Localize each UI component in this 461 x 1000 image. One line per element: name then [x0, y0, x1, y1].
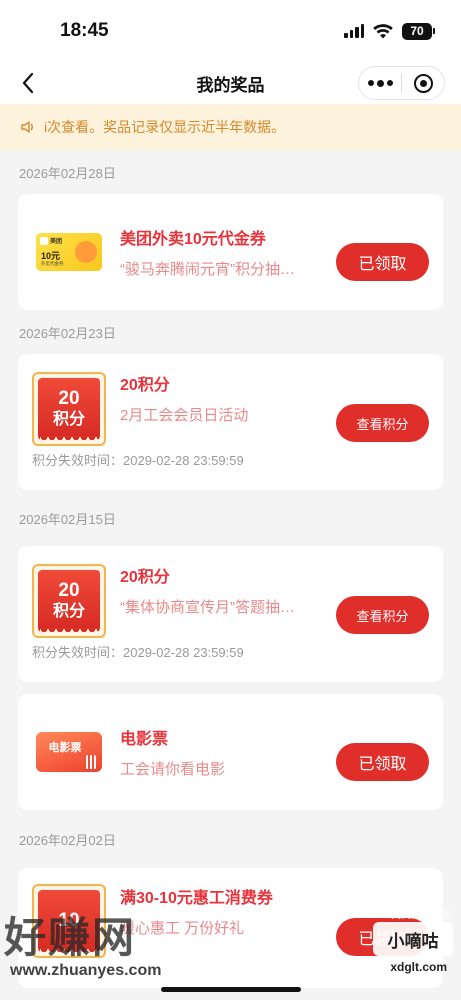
wifi-icon [373, 24, 393, 39]
notice-text: i次查看。奖品记录仅显示近半年数据。 [44, 119, 286, 135]
prize-card: 电影票 电影票 工会请你看电影 已领取 [18, 694, 443, 810]
prize-title: 20积分 [120, 377, 170, 394]
movie-ticket-thumbnail: 电影票 [32, 715, 106, 789]
points-expiry: 积分失效时间：2029-02-28 23:59:59 [32, 645, 244, 660]
voucher-number: 10 [58, 909, 80, 931]
points-label: 积分 [52, 410, 85, 428]
date-header: 2026年02月02日 [19, 832, 116, 848]
prize-source: 暖心惠工 万份好礼 [120, 920, 245, 937]
date-header: 2026年02月28日 [19, 165, 116, 181]
more-icon[interactable] [359, 67, 401, 99]
prize-title: 满30-10元惠工消费券 [120, 890, 273, 907]
points-label: 积分 [52, 602, 85, 620]
points-thumbnail: 20 积分 [32, 564, 106, 638]
prize-card: 美团 10元 外卖代金券 美团外卖10元代金券 “骏马奔腾闹元宵”积分抽… 已领… [18, 194, 443, 310]
prize-source: “骏马奔腾闹元宵”积分抽… [120, 261, 295, 278]
horse-icon [75, 241, 97, 263]
claimed-button[interactable]: 已领取 [336, 243, 429, 281]
prize-source: 工会请你看电影 [120, 761, 226, 778]
coupon-brand: 美团 [50, 239, 63, 245]
prize-card: 20 积分 20积分 “集体协商宣传月”答题抽… 积分失效时间：2029-02-… [18, 546, 443, 682]
voucher-thumbnail: 10 [32, 884, 106, 958]
points-number: 20 [58, 579, 80, 601]
points-expiry: 积分失效时间：2029-02-28 23:59:59 [32, 453, 244, 468]
prize-card: 20 积分 20积分 2月工会会员日活动 积分失效时间：2029-02-28 2… [18, 354, 443, 490]
points-number: 20 [58, 387, 80, 409]
status-bar: 18:45 70 [0, 0, 461, 62]
prize-source: 2月工会会员日活动 [120, 407, 249, 424]
view-points-button[interactable]: 查看积分 [336, 596, 429, 634]
signal-icon [344, 24, 364, 38]
notice-bar: i次查看。奖品记录仅显示近半年数据。 [0, 104, 461, 150]
date-header: 2026年02月23日 [19, 325, 116, 341]
coupon-desc: 外卖代金券 [41, 261, 64, 266]
date-header: 2026年02月15日 [19, 511, 116, 527]
popcorn-icon [86, 755, 96, 769]
prize-title: 20积分 [120, 569, 170, 586]
back-icon[interactable] [14, 69, 42, 97]
battery-level: 70 [402, 22, 432, 40]
home-indicator [160, 987, 301, 992]
nav-bar: 我的奖品 [0, 62, 461, 104]
view-points-button[interactable]: 查看积分 [336, 404, 429, 442]
status-icons: 70 [344, 22, 435, 40]
status-time: 18:45 [60, 20, 109, 41]
points-thumbnail: 20 积分 [32, 372, 106, 446]
page-title: 我的奖品 [196, 75, 265, 95]
mini-program-capsule [358, 66, 445, 100]
claimed-button[interactable]: 已领取 [336, 918, 429, 956]
speaker-icon [21, 121, 33, 133]
coupon-thumbnail: 美团 10元 外卖代金券 [32, 215, 106, 289]
prize-list: 2026年02月28日 美团 10元 外卖代金券 美团外卖10元代金券 “骏马奔… [0, 150, 461, 988]
battery-icon: 70 [402, 22, 435, 40]
prize-card: 10 满30-10元惠工消费券 暖心惠工 万份好礼 已领取 [18, 868, 443, 988]
claimed-button[interactable]: 已领取 [336, 743, 429, 781]
prize-source: “集体协商宣传月”答题抽… [120, 599, 295, 616]
movie-ticket-label: 电影票 [48, 742, 82, 754]
close-icon[interactable] [402, 67, 444, 99]
